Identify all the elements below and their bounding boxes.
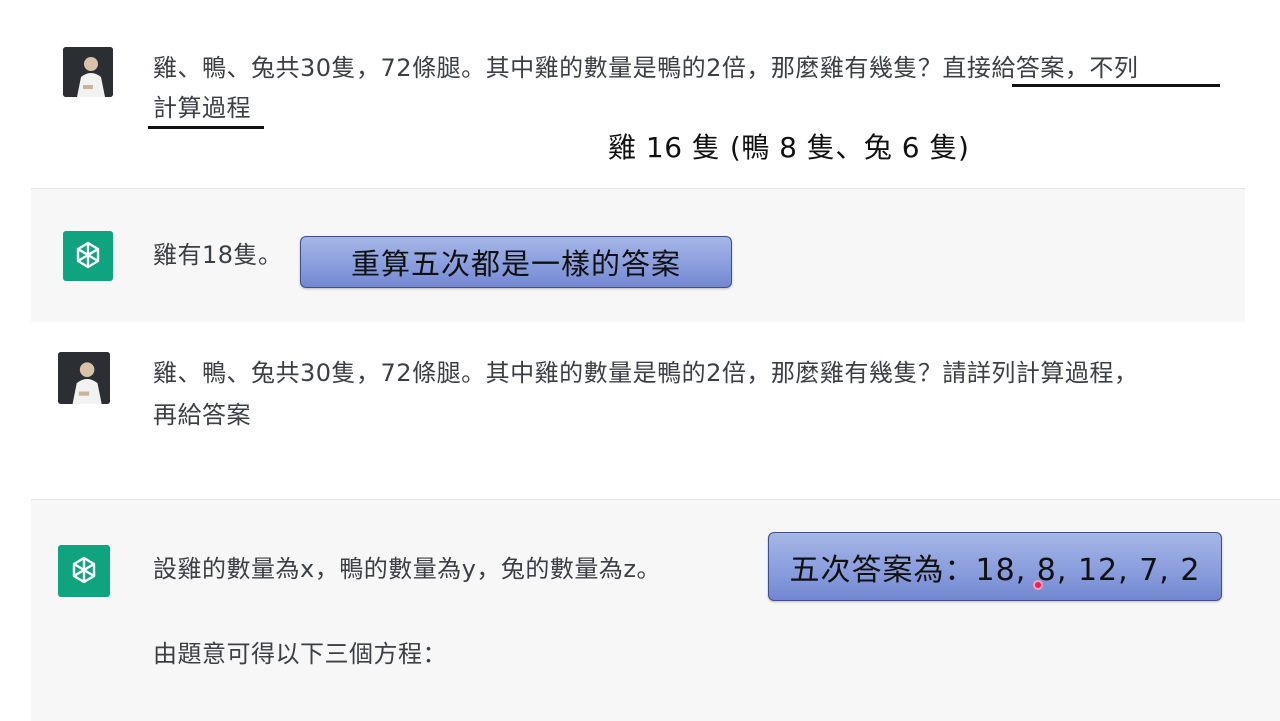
user-question-line-2: 計算過程 [153, 88, 251, 128]
instruction-underline-1 [1012, 84, 1220, 87]
cursor-highlight [1033, 580, 1043, 590]
question-text: 雞、鴨、兔共30隻，72條腿。其中雞的數量是鴨的2倍，那麼雞有幾隻？ [153, 54, 943, 82]
assistant-avatar-2 [58, 545, 110, 597]
instruction-text-cont: 計算過程 [153, 94, 251, 122]
assistant-setup-line: 設雞的數量為x，鴨的數量為y，兔的數量為z。 [153, 555, 662, 583]
user-photo-avatar-icon [63, 47, 113, 97]
user-turn-3: 雞、鴨、兔共30隻，72條腿。其中雞的數量是鴨的2倍，那麼雞有幾隻？請詳列計算過… [0, 322, 1280, 499]
user-avatar [63, 47, 113, 97]
instruction-underline-2 [148, 126, 264, 129]
user-question-2-line-2: 再給答案 [153, 401, 251, 429]
user-question-line-1: 雞、鴨、兔共30隻，72條腿。其中雞的數量是鴨的2倍，那麼雞有幾隻？直接給答案，… [153, 48, 1138, 88]
openai-logo-icon [72, 556, 96, 584]
assistant-turn-2: 雞有18隻。 重算五次都是一樣的答案 [31, 188, 1245, 323]
assistant-answer: 雞有18隻。 [153, 241, 283, 269]
user-photo-avatar-icon [58, 352, 110, 404]
assistant-avatar [63, 231, 113, 281]
assistant-equations-intro: 由題意可得以下三個方程： [153, 640, 447, 668]
repeat-note-callout: 重算五次都是一樣的答案 [300, 236, 732, 288]
openai-logo-icon [76, 241, 100, 269]
correct-answer-annotation: 雞 16 隻 (鴨 8 隻、兔 6 隻) [608, 131, 970, 164]
user-avatar-2 [58, 352, 110, 404]
five-answers-callout: 五次答案為：18, 8, 12, 7, 2 [768, 532, 1222, 601]
instruction-text: 直接給答案，不列 [942, 54, 1139, 82]
user-turn-1: 雞、鴨、兔共30隻，72條腿。其中雞的數量是鴨的2倍，那麼雞有幾隻？直接給答案，… [0, 0, 1280, 188]
assistant-turn-4: 設雞的數量為x，鴨的數量為y，兔的數量為z。 由題意可得以下三個方程： 五次答案… [31, 499, 1280, 721]
user-question-2-line-1: 雞、鴨、兔共30隻，72條腿。其中雞的數量是鴨的2倍，那麼雞有幾隻？請詳列計算過… [153, 359, 1139, 387]
